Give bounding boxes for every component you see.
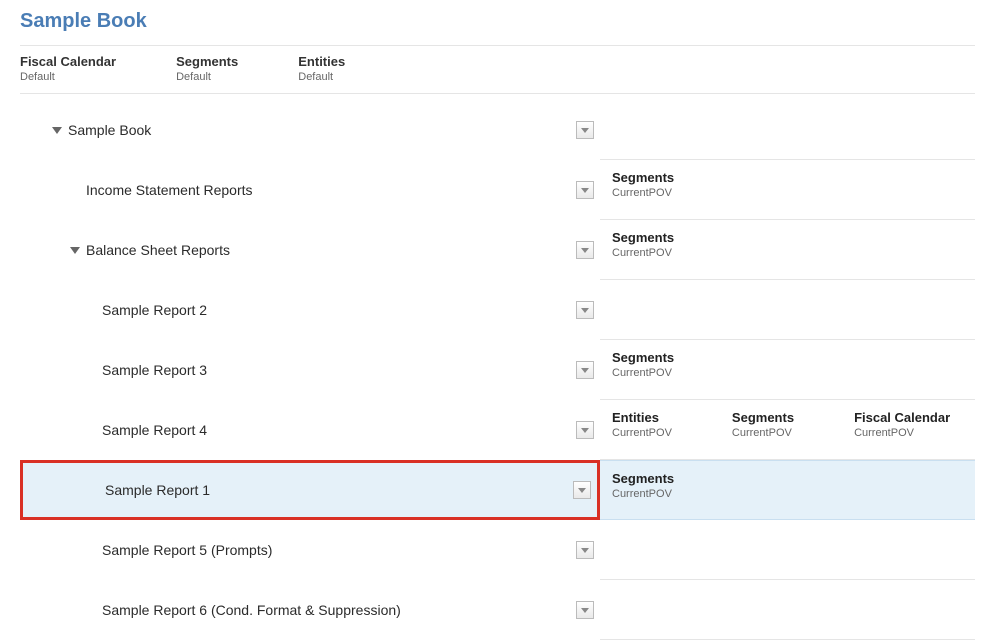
detail-label: Segments (612, 170, 674, 185)
row-menu-button[interactable] (576, 541, 594, 559)
detail-value: CurrentPOV (612, 367, 674, 379)
expand-toggle-icon[interactable] (70, 247, 80, 254)
chevron-down-icon (581, 368, 589, 373)
tree-label-wrap: Sample Report 1 (23, 482, 597, 498)
chevron-down-icon (581, 188, 589, 193)
detail-row: Segments CurrentPOV (600, 340, 975, 400)
detail-cell[interactable]: Entities CurrentPOV (612, 410, 672, 459)
detail-label: Segments (612, 350, 674, 365)
detail-value: CurrentPOV (612, 488, 674, 500)
detail-row: Segments CurrentPOV (600, 220, 975, 280)
filter-item[interactable]: Fiscal Calendar Default (20, 54, 116, 83)
tree-item-label: Sample Book (68, 122, 151, 138)
tree-item-label: Sample Report 1 (105, 482, 210, 498)
filter-label: Fiscal Calendar (20, 54, 116, 69)
detail-cell[interactable]: Segments CurrentPOV (732, 410, 794, 459)
tree-label-wrap: Balance Sheet Reports (20, 242, 600, 258)
detail-cell[interactable]: Segments CurrentPOV (612, 471, 674, 519)
row-menu-button[interactable] (576, 601, 594, 619)
tree-label-wrap: Sample Report 5 (Prompts) (20, 542, 600, 558)
tree-row[interactable]: Sample Report 5 (Prompts) (20, 520, 600, 580)
detail-panel: SegmentsCurrentPOVSegmentsCurrentPOVSegm… (600, 94, 975, 640)
filter-bar: Fiscal CalendarDefaultSegmentsDefaultEnt… (20, 45, 975, 94)
tree-row[interactable]: Sample Report 3 (20, 340, 600, 400)
chevron-down-icon (581, 548, 589, 553)
detail-row (600, 580, 975, 640)
detail-row (600, 520, 975, 580)
row-menu-button[interactable] (576, 241, 594, 259)
tree-item-label: Sample Report 5 (Prompts) (102, 542, 272, 558)
filter-value: Default (298, 71, 345, 83)
tree-item-label: Income Statement Reports (86, 182, 253, 198)
detail-label: Segments (612, 471, 674, 486)
detail-value: CurrentPOV (612, 247, 674, 259)
row-menu-button[interactable] (576, 421, 594, 439)
detail-row: Segments CurrentPOV (600, 160, 975, 220)
detail-row: Segments CurrentPOV (600, 460, 975, 520)
detail-cell[interactable]: Fiscal Calendar CurrentPOV (854, 410, 950, 459)
row-menu-button[interactable] (576, 361, 594, 379)
filter-value: Default (20, 71, 116, 83)
detail-cell[interactable]: Segments CurrentPOV (612, 230, 674, 279)
tree-row[interactable]: Sample Report 6 (Cond. Format & Suppress… (20, 580, 600, 640)
tree-row[interactable]: Sample Report 2 (20, 280, 600, 340)
chevron-down-icon (578, 488, 586, 493)
filter-label: Segments (176, 54, 238, 69)
detail-label: Segments (732, 410, 794, 425)
tree-item-label: Sample Report 4 (102, 422, 207, 438)
tree-row[interactable]: Income Statement Reports (20, 160, 600, 220)
detail-row (600, 100, 975, 160)
tree-panel: Sample Book Income Statement Reports Balan… (20, 94, 600, 640)
tree-row[interactable]: Sample Book (20, 100, 600, 160)
detail-cell[interactable]: Segments CurrentPOV (612, 170, 674, 219)
chevron-down-icon (581, 128, 589, 133)
tree-row[interactable]: Sample Report 4 (20, 400, 600, 460)
tree-label-wrap: Income Statement Reports (20, 182, 600, 198)
chevron-down-icon (581, 428, 589, 433)
detail-label: Fiscal Calendar (854, 410, 950, 425)
chevron-down-icon (581, 608, 589, 613)
page-title: Sample Book (0, 0, 995, 45)
row-menu-button[interactable] (576, 301, 594, 319)
detail-value: CurrentPOV (732, 427, 794, 439)
tree-item-label: Sample Report 2 (102, 302, 207, 318)
detail-label: Segments (612, 230, 674, 245)
row-menu-button[interactable] (573, 481, 591, 499)
tree-item-label: Balance Sheet Reports (86, 242, 230, 258)
content-area: Sample Book Income Statement Reports Balan… (20, 94, 975, 640)
filter-item[interactable]: Segments Default (176, 54, 238, 83)
chevron-down-icon (581, 248, 589, 253)
filter-label: Entities (298, 54, 345, 69)
detail-value: CurrentPOV (612, 427, 672, 439)
tree-label-wrap: Sample Book (20, 122, 600, 138)
tree-label-wrap: Sample Report 3 (20, 362, 600, 378)
chevron-down-icon (581, 308, 589, 313)
tree-row[interactable]: Sample Report 1 (20, 460, 600, 520)
tree-item-label: Sample Report 6 (Cond. Format & Suppress… (102, 602, 401, 618)
detail-label: Entities (612, 410, 672, 425)
filter-item[interactable]: Entities Default (298, 54, 345, 83)
tree-label-wrap: Sample Report 2 (20, 302, 600, 318)
tree-label-wrap: Sample Report 4 (20, 422, 600, 438)
detail-value: CurrentPOV (612, 187, 674, 199)
row-menu-button[interactable] (576, 181, 594, 199)
expand-toggle-icon[interactable] (52, 127, 62, 134)
filter-value: Default (176, 71, 238, 83)
tree-label-wrap: Sample Report 6 (Cond. Format & Suppress… (20, 602, 600, 618)
tree-row[interactable]: Balance Sheet Reports (20, 220, 600, 280)
detail-row: EntitiesCurrentPOVSegmentsCurrentPOVFisc… (600, 400, 975, 460)
detail-row (600, 280, 975, 340)
row-menu-button[interactable] (576, 121, 594, 139)
detail-value: CurrentPOV (854, 427, 950, 439)
tree-item-label: Sample Report 3 (102, 362, 207, 378)
detail-cell[interactable]: Segments CurrentPOV (612, 350, 674, 399)
